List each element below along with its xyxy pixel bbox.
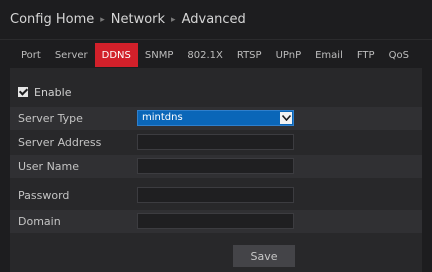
server-type-row: Server Type mintdns	[10, 107, 422, 130]
breadcrumb-config-home[interactable]: Config Home	[10, 12, 94, 27]
password-label: Password	[18, 189, 70, 202]
domain-row: Domain	[10, 210, 422, 233]
server-address-label: Server Address	[18, 136, 102, 149]
tab-qos[interactable]: QoS	[382, 43, 416, 67]
breadcrumb-network[interactable]: Network	[111, 12, 165, 27]
tab-rtsp[interactable]: RTSP	[230, 43, 269, 67]
password-row: Password	[10, 184, 422, 207]
tab-bar: Port Server DDNS SNMP 802.1X RTSP UPnP E…	[14, 43, 416, 67]
server-type-select[interactable]: mintdns	[137, 110, 294, 126]
breadcrumb-advanced: Advanced	[181, 12, 246, 27]
tab-snmp[interactable]: SNMP	[138, 43, 181, 67]
enable-row[interactable]: Enable	[18, 85, 71, 99]
breadcrumb-separator-icon: ▸	[171, 14, 176, 25]
chevron-down-icon[interactable]	[280, 112, 292, 124]
enable-label: Enable	[34, 85, 72, 99]
enable-checkbox[interactable]	[18, 87, 28, 97]
tab-server[interactable]: Server	[48, 43, 95, 67]
domain-label: Domain	[18, 215, 61, 228]
save-button[interactable]: Save	[233, 245, 295, 267]
tab-upnp[interactable]: UPnP	[269, 43, 309, 67]
user-name-label: User Name	[18, 160, 80, 173]
password-input[interactable]	[137, 187, 294, 203]
tab-email[interactable]: Email	[308, 43, 350, 67]
breadcrumb-separator-icon: ▸	[100, 14, 105, 25]
user-name-input[interactable]	[137, 158, 294, 174]
tab-ddns[interactable]: DDNS	[94, 43, 138, 67]
server-address-input[interactable]	[137, 134, 294, 150]
tab-8021x[interactable]: 802.1X	[180, 43, 229, 67]
server-address-row: Server Address	[10, 131, 422, 154]
user-name-row: User Name	[10, 155, 422, 178]
domain-input[interactable]	[137, 213, 294, 229]
breadcrumb: Config Home ▸ Network ▸ Advanced	[0, 0, 432, 40]
tab-port[interactable]: Port	[14, 43, 48, 67]
server-type-label: Server Type	[18, 112, 83, 125]
tab-ftp[interactable]: FTP	[350, 43, 382, 67]
server-type-value: mintdns	[142, 112, 183, 123]
